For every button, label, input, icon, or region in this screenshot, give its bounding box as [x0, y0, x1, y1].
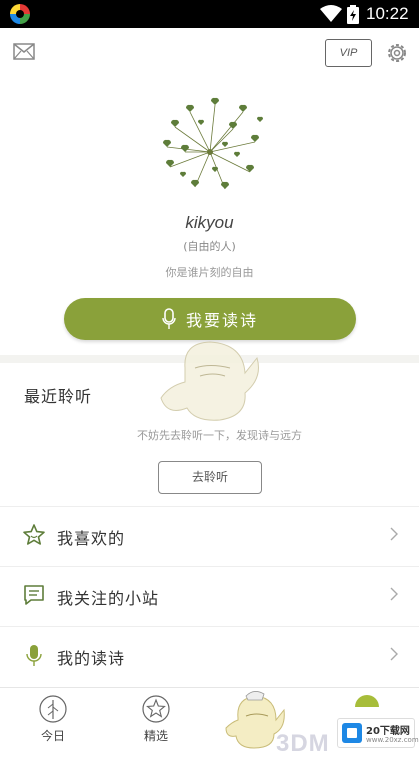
gear-icon[interactable] [385, 41, 409, 65]
nav-tab-label: 精选 [143, 729, 168, 743]
chevron-right-icon [390, 647, 398, 661]
recite-poem-button[interactable]: 我要读诗 [64, 298, 356, 340]
mail-icon[interactable] [13, 43, 35, 60]
watermark-site-name: 20下载网 [366, 726, 410, 737]
star-icon [23, 524, 45, 545]
empty-state-hint: 不妨先去聆听一下，发现诗与远方 [137, 429, 302, 442]
watermark-logo-icon [342, 723, 362, 743]
user-tag: (自由的人) [183, 240, 236, 253]
wifi-icon [320, 5, 342, 22]
microphone-icon [26, 645, 42, 666]
microphone-icon [162, 308, 176, 329]
nav-tab-featured[interactable]: 精选 [121, 694, 191, 754]
menu-item-label: 我喜欢的 [57, 529, 126, 548]
recite-button-label: 我要读诗 [185, 311, 258, 330]
menu-item-favorites[interactable]: 我喜欢的 [0, 506, 419, 564]
status-bar: 10:22 [0, 0, 419, 28]
menu-item-my-recitations[interactable]: 我的读诗 [0, 626, 419, 684]
chevron-right-icon [390, 527, 398, 541]
battery-icon [347, 5, 359, 24]
status-time: 10:22 [366, 4, 409, 23]
go-listen-button[interactable]: 去聆听 [158, 461, 262, 494]
mascot-illustration [160, 341, 259, 421]
tree-icon [39, 695, 67, 723]
star-icon [142, 695, 170, 723]
avatar[interactable] [155, 97, 267, 197]
chat-icon [24, 585, 44, 605]
menu-item-label: 我的读诗 [57, 649, 126, 668]
menu-item-label: 我关注的小站 [57, 589, 160, 608]
user-bio: 你是谁片刻的自由 [165, 266, 254, 279]
watermark-3dm: 3DM [276, 730, 330, 757]
app-notification-icon [10, 4, 30, 24]
chevron-right-icon [390, 587, 398, 601]
nav-tab-label: 今日 [40, 729, 65, 743]
watermark-badge: 20下载网 www.20xz.com [337, 718, 419, 748]
username: kikyou [185, 213, 234, 232]
watermark-site-url: www.20xz.com [366, 736, 419, 744]
recent-listens-title: 最近聆听 [24, 387, 93, 406]
menu-item-followed-stations[interactable]: 我关注的小站 [0, 566, 419, 624]
nav-tab-today[interactable]: 今日 [18, 694, 88, 754]
vip-button[interactable]: VIP [325, 39, 372, 67]
